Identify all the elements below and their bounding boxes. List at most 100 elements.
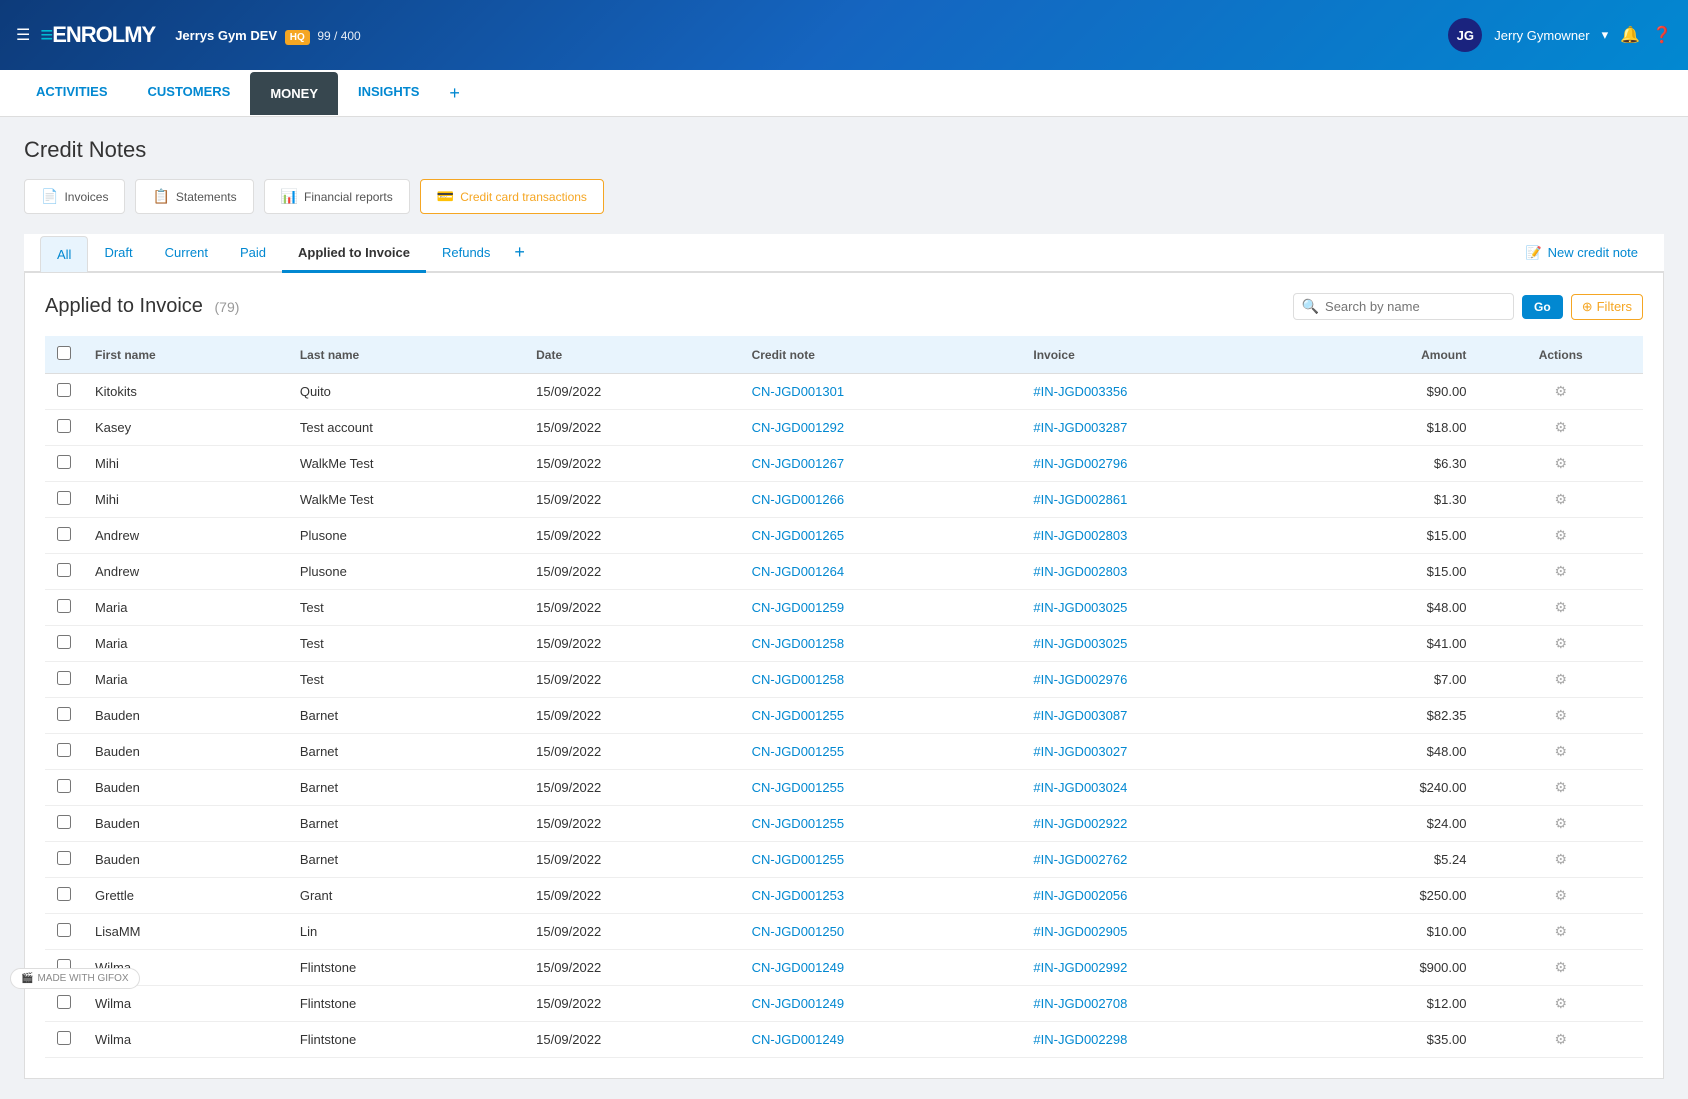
select-all-checkbox[interactable] [57, 346, 71, 360]
row-actions-gear-icon[interactable]: ⚙ [1554, 959, 1567, 975]
credit-note-link[interactable]: CN-JGD001249 [752, 996, 845, 1011]
nav-activities[interactable]: ACTIVITIES [16, 70, 128, 116]
user-name[interactable]: Jerry Gymowner [1494, 28, 1589, 43]
invoice-link[interactable]: #IN-JGD002803 [1033, 564, 1127, 579]
invoice-link[interactable]: #IN-JGD002708 [1033, 996, 1127, 1011]
help-icon[interactable]: ❓ [1652, 25, 1672, 45]
row-checkbox[interactable] [57, 779, 71, 793]
invoice-link[interactable]: #IN-JGD002803 [1033, 528, 1127, 543]
filters-button[interactable]: ⊕ Filters [1571, 294, 1643, 320]
row-actions-gear-icon[interactable]: ⚙ [1554, 779, 1567, 795]
tab-add-icon[interactable]: + [506, 234, 533, 271]
credit-card-transactions-button[interactable]: 💳 Credit card transactions [420, 179, 604, 214]
nav-add-icon[interactable]: + [439, 73, 470, 114]
row-checkbox[interactable] [57, 707, 71, 721]
credit-note-link[interactable]: CN-JGD001259 [752, 600, 845, 615]
credit-note-link[interactable]: CN-JGD001255 [752, 852, 845, 867]
invoice-link[interactable]: #IN-JGD002922 [1033, 816, 1127, 831]
statements-button[interactable]: 📋 Statements [135, 179, 253, 214]
avatar[interactable]: JG [1448, 18, 1482, 52]
credit-note-link[interactable]: CN-JGD001255 [752, 816, 845, 831]
invoice-link[interactable]: #IN-JGD002861 [1033, 492, 1127, 507]
credit-note-link[interactable]: CN-JGD001258 [752, 636, 845, 651]
row-actions-gear-icon[interactable]: ⚙ [1554, 455, 1567, 471]
row-checkbox[interactable] [57, 671, 71, 685]
invoice-link[interactable]: #IN-JGD003356 [1033, 384, 1127, 399]
new-credit-note-button[interactable]: 📝 New credit note [1515, 239, 1648, 267]
credit-note-link[interactable]: CN-JGD001267 [752, 456, 845, 471]
row-actions-gear-icon[interactable]: ⚙ [1554, 923, 1567, 939]
row-checkbox[interactable] [57, 491, 71, 505]
tab-applied-to-invoice[interactable]: Applied to Invoice [282, 235, 426, 273]
row-actions-gear-icon[interactable]: ⚙ [1554, 527, 1567, 543]
financial-reports-button[interactable]: 📊 Financial reports [264, 179, 410, 214]
row-checkbox[interactable] [57, 887, 71, 901]
row-actions-gear-icon[interactable]: ⚙ [1554, 419, 1567, 435]
nav-customers[interactable]: CUSTOMERS [128, 70, 251, 116]
row-actions-gear-icon[interactable]: ⚙ [1554, 599, 1567, 615]
row-checkbox[interactable] [57, 923, 71, 937]
invoice-link[interactable]: #IN-JGD003287 [1033, 420, 1127, 435]
search-input[interactable] [1325, 299, 1505, 314]
row-checkbox[interactable] [57, 635, 71, 649]
row-actions-gear-icon[interactable]: ⚙ [1554, 491, 1567, 507]
row-actions-gear-icon[interactable]: ⚙ [1554, 851, 1567, 867]
row-checkbox[interactable] [57, 383, 71, 397]
row-checkbox[interactable] [57, 743, 71, 757]
row-actions-gear-icon[interactable]: ⚙ [1554, 995, 1567, 1011]
row-actions-gear-icon[interactable]: ⚙ [1554, 707, 1567, 723]
invoice-link[interactable]: #IN-JGD003087 [1033, 708, 1127, 723]
hamburger-icon[interactable]: ☰ [16, 25, 30, 45]
invoice-link[interactable]: #IN-JGD002905 [1033, 924, 1127, 939]
credit-note-link[interactable]: CN-JGD001249 [752, 960, 845, 975]
nav-money[interactable]: MONEY [250, 72, 338, 115]
nav-insights[interactable]: INSIGHTS [338, 70, 439, 116]
invoice-link[interactable]: #IN-JGD003027 [1033, 744, 1127, 759]
notifications-icon[interactable]: 🔔 [1620, 25, 1640, 45]
row-checkbox[interactable] [57, 995, 71, 1009]
credit-note-link[interactable]: CN-JGD001255 [752, 744, 845, 759]
invoice-link[interactable]: #IN-JGD002056 [1033, 888, 1127, 903]
row-checkbox[interactable] [57, 815, 71, 829]
invoice-link[interactable]: #IN-JGD002796 [1033, 456, 1127, 471]
invoice-link[interactable]: #IN-JGD002298 [1033, 1032, 1127, 1047]
row-checkbox[interactable] [57, 527, 71, 541]
invoice-link[interactable]: #IN-JGD002762 [1033, 852, 1127, 867]
invoice-link[interactable]: #IN-JGD003024 [1033, 780, 1127, 795]
row-actions-gear-icon[interactable]: ⚙ [1554, 383, 1567, 399]
invoices-button[interactable]: 📄 Invoices [24, 179, 125, 214]
row-actions-gear-icon[interactable]: ⚙ [1554, 743, 1567, 759]
credit-note-link[interactable]: CN-JGD001266 [752, 492, 845, 507]
credit-note-link[interactable]: CN-JGD001301 [752, 384, 845, 399]
go-button[interactable]: Go [1522, 295, 1563, 319]
credit-note-link[interactable]: CN-JGD001258 [752, 672, 845, 687]
tab-paid[interactable]: Paid [224, 235, 282, 273]
row-checkbox[interactable] [57, 1031, 71, 1045]
credit-note-link[interactable]: CN-JGD001292 [752, 420, 845, 435]
credit-note-link[interactable]: CN-JGD001249 [752, 1032, 845, 1047]
row-actions-gear-icon[interactable]: ⚙ [1554, 671, 1567, 687]
row-actions-gear-icon[interactable]: ⚙ [1554, 563, 1567, 579]
invoice-link[interactable]: #IN-JGD003025 [1033, 636, 1127, 651]
tab-refunds[interactable]: Refunds [426, 235, 506, 273]
row-checkbox[interactable] [57, 851, 71, 865]
row-checkbox[interactable] [57, 563, 71, 577]
invoice-link[interactable]: #IN-JGD002992 [1033, 960, 1127, 975]
invoice-link[interactable]: #IN-JGD002976 [1033, 672, 1127, 687]
row-actions-gear-icon[interactable]: ⚙ [1554, 635, 1567, 651]
row-actions-gear-icon[interactable]: ⚙ [1554, 887, 1567, 903]
tab-draft[interactable]: Draft [88, 235, 148, 273]
row-checkbox[interactable] [57, 599, 71, 613]
invoice-link[interactable]: #IN-JGD003025 [1033, 600, 1127, 615]
row-checkbox[interactable] [57, 419, 71, 433]
credit-note-link[interactable]: CN-JGD001265 [752, 528, 845, 543]
credit-note-link[interactable]: CN-JGD001250 [752, 924, 845, 939]
credit-note-link[interactable]: CN-JGD001255 [752, 780, 845, 795]
credit-note-link[interactable]: CN-JGD001264 [752, 564, 845, 579]
credit-note-link[interactable]: CN-JGD001255 [752, 708, 845, 723]
credit-note-link[interactable]: CN-JGD001253 [752, 888, 845, 903]
tab-all[interactable]: All [40, 236, 88, 272]
row-actions-gear-icon[interactable]: ⚙ [1554, 815, 1567, 831]
tab-current[interactable]: Current [149, 235, 224, 273]
row-checkbox[interactable] [57, 455, 71, 469]
